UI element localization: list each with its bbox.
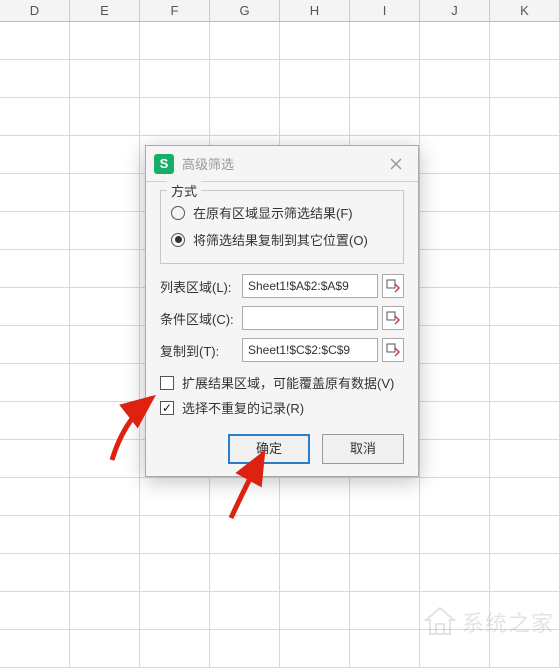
column-header[interactable]: K <box>490 0 560 21</box>
radio-copy-to-location[interactable]: 将筛选结果复制到其它位置(O) <box>171 226 393 253</box>
checkbox-icon <box>160 401 174 415</box>
column-header[interactable]: G <box>210 0 280 21</box>
mode-fieldset: 方式 在原有区域显示筛选结果(F) 将筛选结果复制到其它位置(O) <box>160 190 404 264</box>
cancel-button[interactable]: 取消 <box>322 434 404 464</box>
criteria-range-input[interactable] <box>242 306 378 330</box>
dialog-titlebar[interactable]: S 高级筛选 <box>146 146 418 182</box>
radio-icon <box>171 233 185 247</box>
list-range-input[interactable]: Sheet1!$A$2:$A$9 <box>242 274 378 298</box>
criteria-range-label: 条件区域(C): <box>160 309 242 328</box>
range-picker-icon[interactable] <box>382 274 404 298</box>
checkbox-label: 选择不重复的记录(R) <box>182 398 304 417</box>
copy-to-input[interactable]: Sheet1!$C$2:$C$9 <box>242 338 378 362</box>
close-icon[interactable] <box>382 150 410 178</box>
radio-label: 在原有区域显示筛选结果(F) <box>193 203 353 222</box>
column-header[interactable]: J <box>420 0 490 21</box>
radio-icon <box>171 206 185 220</box>
checkbox-icon <box>160 376 174 390</box>
dialog-button-row: 确定 取消 <box>160 434 404 464</box>
column-header[interactable]: I <box>350 0 420 21</box>
copy-to-label: 复制到(T): <box>160 341 242 360</box>
checkbox-label: 扩展结果区域，可能覆盖原有数据(V) <box>182 373 394 392</box>
column-header[interactable]: D <box>0 0 70 21</box>
watermark: 系统之家 <box>422 604 554 640</box>
dialog-title: 高级筛选 <box>182 154 382 173</box>
radio-filter-in-place[interactable]: 在原有区域显示筛选结果(F) <box>171 199 393 226</box>
list-range-label: 列表区域(L): <box>160 277 242 296</box>
radio-label: 将筛选结果复制到其它位置(O) <box>193 230 368 249</box>
column-header[interactable]: F <box>140 0 210 21</box>
column-header[interactable]: E <box>70 0 140 21</box>
range-picker-icon[interactable] <box>382 338 404 362</box>
column-header-row: D E F G H I J K <box>0 0 560 22</box>
ok-button[interactable]: 确定 <box>228 434 310 464</box>
range-picker-icon[interactable] <box>382 306 404 330</box>
column-header[interactable]: H <box>280 0 350 21</box>
criteria-range-row: 条件区域(C): <box>160 306 404 330</box>
copy-to-row: 复制到(T): Sheet1!$C$2:$C$9 <box>160 338 404 362</box>
app-icon: S <box>154 154 174 174</box>
checkbox-extend-results[interactable]: 扩展结果区域，可能覆盖原有数据(V) <box>160 370 404 395</box>
watermark-text: 系统之家 <box>462 606 554 638</box>
checkbox-unique-records[interactable]: 选择不重复的记录(R) <box>160 395 404 420</box>
fieldset-legend: 方式 <box>167 181 201 200</box>
advanced-filter-dialog: S 高级筛选 方式 在原有区域显示筛选结果(F) 将筛选结果复制到其它位置(O)… <box>145 145 419 477</box>
list-range-row: 列表区域(L): Sheet1!$A$2:$A$9 <box>160 274 404 298</box>
